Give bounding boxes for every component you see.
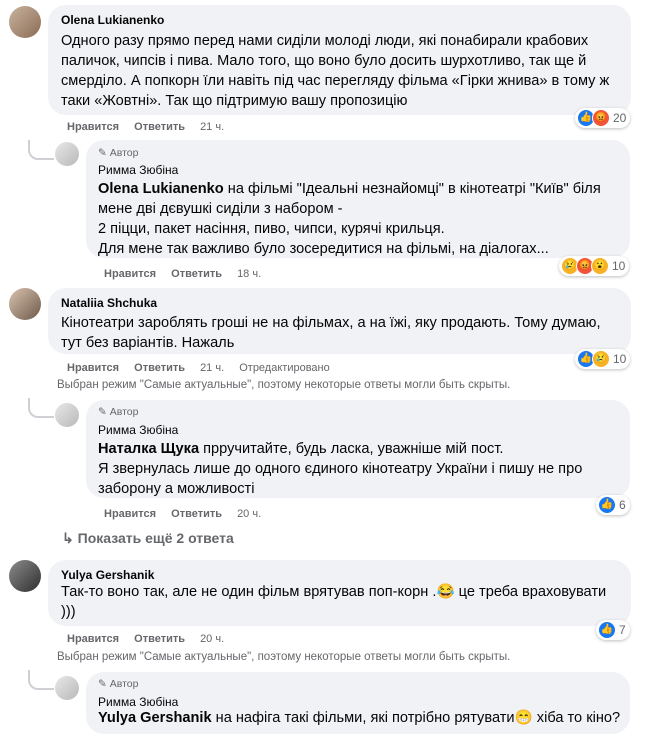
avatar[interactable] — [9, 560, 41, 592]
like-reaction-icon: 👍 — [598, 496, 616, 514]
sad-reaction-icon: 😢 — [592, 350, 610, 368]
reaction-summary[interactable]: 😢 😡 😮 10 — [559, 256, 630, 276]
grinning-emoji-icon: 😁 — [514, 710, 533, 726]
comment-text: Одного разу прямо перед нами сиділи моло… — [61, 33, 610, 109]
reply-button[interactable]: Ответить — [134, 362, 185, 374]
timestamp[interactable]: 20 ч. — [200, 633, 224, 645]
reply-button[interactable]: Ответить — [171, 508, 222, 520]
show-more-replies-button[interactable]: ↳ Показать ещё 2 ответа — [62, 530, 234, 547]
comment-text: Кінотеатри зароблять гроші не на фільмах… — [61, 315, 601, 351]
sort-notice: Выбран режим "Самые актуальные", поэтому… — [57, 379, 511, 391]
like-button[interactable]: Нравится — [67, 362, 119, 374]
pen-icon: ✎ — [98, 678, 110, 690]
avatar[interactable] — [55, 142, 79, 166]
timestamp[interactable]: 21 ч. — [200, 362, 224, 374]
thread-connector — [28, 398, 54, 418]
reaction-count: 7 — [619, 623, 626, 637]
reaction-summary[interactable]: 👍 😡 20 — [575, 108, 631, 128]
comment-text: Так-то воно так, але не один фільм вряту… — [61, 584, 607, 620]
reaction-count: 10 — [612, 259, 626, 273]
avatar[interactable] — [55, 403, 79, 427]
comment-actions: Нравится Ответить 20 ч. — [67, 633, 236, 645]
pen-icon: ✎ — [98, 406, 110, 418]
comment-author[interactable]: Yulya Gershanik — [61, 568, 154, 582]
like-button[interactable]: Нравится — [104, 268, 156, 280]
comment-actions: Нравится Ответить 18 ч. — [104, 268, 273, 280]
comment-text: Yulya Gershanik на нафіга такі фільми, я… — [98, 710, 621, 726]
comment-author[interactable]: Римма Зюбіна — [98, 695, 178, 709]
pen-icon: ✎ — [98, 147, 110, 159]
comment-actions: Нравится Ответить 21 ч. — [67, 121, 236, 133]
avatar[interactable] — [9, 288, 41, 320]
reaction-count: 6 — [619, 498, 626, 512]
reaction-count: 20 — [613, 111, 627, 125]
comment-text: Наталка Щука прручитайте, будь ласка, ув… — [98, 441, 583, 497]
thread-connector — [28, 140, 54, 160]
reply-button[interactable]: Ответить — [134, 633, 185, 645]
avatar[interactable] — [55, 676, 79, 700]
reply-button[interactable]: Ответить — [134, 121, 185, 133]
reply-button[interactable]: Ответить — [171, 268, 222, 280]
author-badge: ✎ Автор — [98, 147, 139, 159]
like-button[interactable]: Нравится — [67, 633, 119, 645]
laughing-emoji-icon: 😂 — [436, 584, 455, 600]
avatar[interactable] — [9, 6, 41, 38]
wow-reaction-icon: 😮 — [591, 257, 609, 275]
comment-actions: Нравится Ответить 21 ч. Отредактировано — [67, 362, 342, 374]
comment-author[interactable]: Olena Lukianenko — [61, 13, 164, 27]
edited-label[interactable]: Отредактировано — [239, 362, 330, 374]
author-badge: ✎ Автор — [98, 406, 139, 418]
sort-notice: Выбран режим "Самые актуальные", поэтому… — [57, 651, 511, 663]
timestamp[interactable]: 20 ч. — [237, 508, 261, 520]
timestamp[interactable]: 21 ч. — [200, 121, 224, 133]
comment-actions: Нравится Ответить 20 ч. — [104, 508, 273, 520]
reaction-count: 10 — [613, 352, 627, 366]
like-button[interactable]: Нравится — [67, 121, 119, 133]
reaction-summary[interactable]: 👍 😢 10 — [575, 349, 631, 369]
comment-text: Olena Lukianenko на фільмі "Ідеальні нез… — [98, 181, 601, 257]
comment-author[interactable]: Римма Зюбіна — [98, 163, 178, 177]
timestamp[interactable]: 18 ч. — [237, 268, 261, 280]
reply-arrow-icon: ↳ — [62, 530, 78, 546]
mention-link[interactable]: Olena Lukianenko — [98, 181, 224, 197]
reaction-summary[interactable]: 👍 7 — [596, 620, 630, 640]
mention-link[interactable]: Yulya Gershanik — [98, 710, 212, 726]
like-button[interactable]: Нравится — [104, 508, 156, 520]
like-reaction-icon: 👍 — [598, 621, 616, 639]
comment-author[interactable]: Nataliia Shchuka — [61, 296, 157, 310]
mention-link[interactable]: Наталка Щука — [98, 441, 199, 457]
author-badge: ✎ Автор — [98, 678, 139, 690]
comment-author[interactable]: Римма Зюбіна — [98, 423, 178, 437]
angry-reaction-icon: 😡 — [592, 109, 610, 127]
thread-connector — [28, 670, 54, 690]
reaction-summary[interactable]: 👍 6 — [596, 495, 630, 515]
